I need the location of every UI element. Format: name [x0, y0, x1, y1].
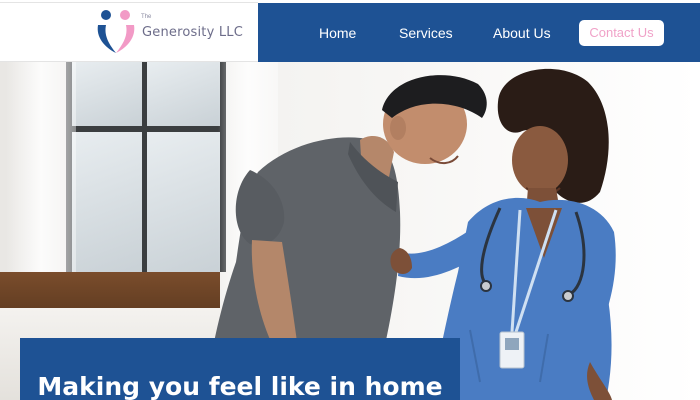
site-header: The Generosity LLC Home Services About U… — [0, 0, 700, 64]
logo-area[interactable]: The Generosity LLC — [0, 2, 258, 62]
main-navbar: Home Services About Us Contact Us — [258, 3, 700, 62]
nav-link-services[interactable]: Services — [399, 25, 453, 41]
hero-headline: Making you feel like in home — [37, 372, 443, 400]
brand-name: Generosity LLC — [142, 25, 243, 40]
contact-us-button[interactable]: Contact Us — [579, 20, 664, 46]
nav-link-home[interactable]: Home — [319, 25, 356, 41]
nav-link-about[interactable]: About Us — [493, 25, 551, 41]
brand-prefix: The — [141, 14, 152, 20]
hero-banner: Making you feel like in home — [20, 338, 460, 400]
logo-icon — [97, 10, 135, 53]
